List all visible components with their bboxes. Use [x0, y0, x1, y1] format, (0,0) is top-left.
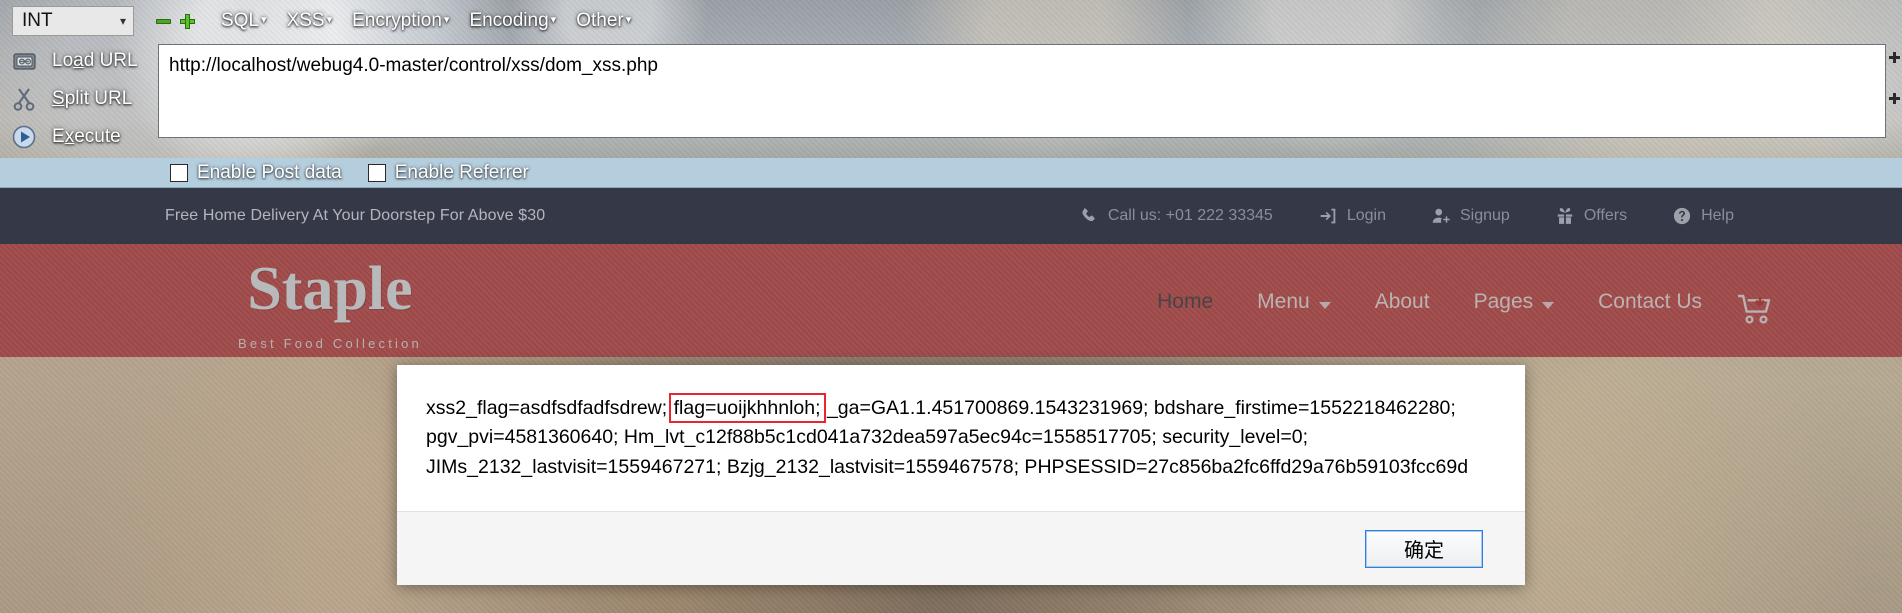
caret-down-icon: ▾: [443, 14, 450, 26]
checkbox-box[interactable]: [367, 164, 386, 182]
logo-tagline: Best Food Collection: [238, 336, 422, 351]
nav-label: About: [1374, 290, 1430, 313]
question-circle-icon: [1673, 207, 1691, 225]
nav-item-pages[interactable]: Pages: [1474, 290, 1555, 314]
menu-label: SQL: [221, 10, 260, 31]
play-icon: [10, 124, 40, 150]
help-link[interactable]: Help: [1673, 207, 1734, 225]
chevron-down-icon: ▾: [119, 14, 126, 28]
site-brand-bar: Staple Best Food Collection Home Menu Ab…: [0, 244, 1902, 357]
nav-item-about[interactable]: About: [1375, 290, 1430, 314]
dialog-message: xss2_flag=asdfsdfadfsdrew; flag=uoijkhhn…: [426, 393, 1495, 482]
caret-down-icon: ▾: [261, 14, 267, 26]
nav-item-contact-us[interactable]: Contact Us: [1598, 290, 1702, 314]
call-us-info: Call us: +01 222 33345: [1080, 207, 1273, 225]
nav-label: Contact Us: [1598, 290, 1702, 313]
caret-down-icon: ▾: [326, 14, 333, 26]
page-edge-markers: [1889, 52, 1900, 134]
top-bar-links: Call us: +01 222 33345 Login Signup Offe…: [1080, 188, 1734, 244]
call-us-label: Call us: +01 222 33345: [1107, 207, 1273, 224]
hackbar-menu-xss[interactable]: XSS ▾: [287, 10, 333, 32]
dialog-footer: 确定: [397, 511, 1525, 585]
load-url-label: Load URL: [52, 50, 138, 71]
plus-icon: [1889, 93, 1900, 104]
enable-referrer-checkbox[interactable]: Enable Referrer: [367, 162, 529, 184]
shopping-cart-button[interactable]: [1736, 292, 1776, 326]
phone-icon: [1080, 207, 1098, 225]
nav-label: Pages: [1473, 290, 1534, 313]
type-select[interactable]: INT ▾: [12, 6, 134, 36]
execute-label: Execute: [52, 126, 121, 147]
hackbar-menu-sql[interactable]: SQL ▾: [221, 10, 267, 32]
caret-down-icon: ▾: [550, 14, 557, 26]
plus-icon: [1889, 52, 1900, 63]
site-logo[interactable]: Staple Best Food Collection: [165, 258, 495, 351]
enable-referrer-label: Enable Referrer: [394, 162, 529, 183]
menu-label: XSS: [286, 10, 325, 31]
dialog-text-before: xss2_flag=asdfsdfadfsdrew;: [426, 397, 673, 419]
signup-label: Signup: [1459, 207, 1510, 224]
hackbar-menu-encryption[interactable]: Encryption ▾: [352, 10, 449, 32]
hackbar-toolbar: INT ▾ SQL ▾ XSS ▾ Encryption ▾ Encoding …: [0, 0, 1902, 188]
promo-text: Free Home Delivery At Your Doorstep For …: [165, 207, 546, 224]
site-main-nav: Home Menu About Pages Contact Us: [1157, 290, 1702, 314]
menu-label: Encoding: [469, 10, 549, 31]
hackbar-action-list: Load URL Split URL Execute: [0, 40, 158, 158]
login-icon: [1319, 207, 1337, 225]
javascript-alert-dialog: xss2_flag=asdfsdfadfsdrew; flag=uoijkhhn…: [397, 365, 1525, 585]
caret-down-icon: ▾: [625, 14, 632, 26]
load-url-icon: [10, 48, 40, 74]
execute-button[interactable]: Execute: [0, 122, 158, 152]
hackbar-menu-encoding[interactable]: Encoding ▾: [469, 10, 556, 32]
hackbar-menu-other[interactable]: Other ▾: [576, 10, 631, 32]
menu-label: Encryption: [352, 10, 442, 31]
signup-link[interactable]: Signup: [1432, 207, 1510, 225]
url-input[interactable]: [158, 44, 1886, 138]
dialog-ok-button[interactable]: 确定: [1365, 529, 1483, 568]
scissors-icon: [10, 86, 40, 112]
stepper-controls: [156, 13, 195, 29]
help-label: Help: [1701, 207, 1734, 224]
nav-item-menu[interactable]: Menu: [1257, 290, 1331, 314]
shopping-cart-icon: [1736, 292, 1776, 326]
gift-icon: [1556, 207, 1574, 225]
chevron-down-icon: [1542, 301, 1555, 309]
user-plus-icon: [1432, 207, 1450, 225]
nav-label: Home: [1157, 290, 1214, 313]
hackbar-menu-bar: SQL ▾ XSS ▾ Encryption ▾ Encoding ▾ Othe…: [221, 10, 631, 32]
dialog-body: xss2_flag=asdfsdfadfsdrew; flag=uoijkhhn…: [397, 365, 1525, 511]
chevron-down-icon: [1318, 301, 1331, 309]
site-top-bar: Free Home Delivery At Your Doorstep For …: [0, 188, 1902, 244]
hackbar-options-row: Enable Post data Enable Referrer: [0, 158, 1902, 188]
nav-item-home[interactable]: Home: [1157, 290, 1213, 314]
highlighted-flag: flag=uoijkhhnloh;: [668, 393, 826, 423]
nav-label: Menu: [1257, 290, 1310, 313]
checkbox-box[interactable]: [170, 164, 188, 182]
offers-link[interactable]: Offers: [1556, 207, 1627, 225]
login-link[interactable]: Login: [1319, 207, 1386, 225]
enable-post-data-checkbox[interactable]: Enable Post data: [170, 162, 342, 184]
plus-icon[interactable]: [180, 13, 195, 29]
offers-label: Offers: [1583, 207, 1628, 224]
logo-text: Staple: [247, 255, 413, 323]
split-url-label: Split URL: [52, 88, 133, 109]
menu-label: Other: [576, 10, 624, 31]
load-url-button[interactable]: Load URL: [0, 46, 158, 76]
url-field-wrapper: [158, 40, 1902, 158]
hackbar-main-row: Load URL Split URL Execute http://localh…: [0, 40, 1902, 158]
split-url-button[interactable]: Split URL: [0, 84, 158, 114]
hackbar-top-row: INT ▾ SQL ▾ XSS ▾ Encryption ▾ Encoding …: [0, 0, 1902, 42]
enable-post-data-label: Enable Post data: [197, 162, 342, 183]
minus-icon[interactable]: [156, 14, 171, 29]
type-select-value: INT: [22, 10, 53, 31]
login-label: Login: [1346, 207, 1386, 224]
